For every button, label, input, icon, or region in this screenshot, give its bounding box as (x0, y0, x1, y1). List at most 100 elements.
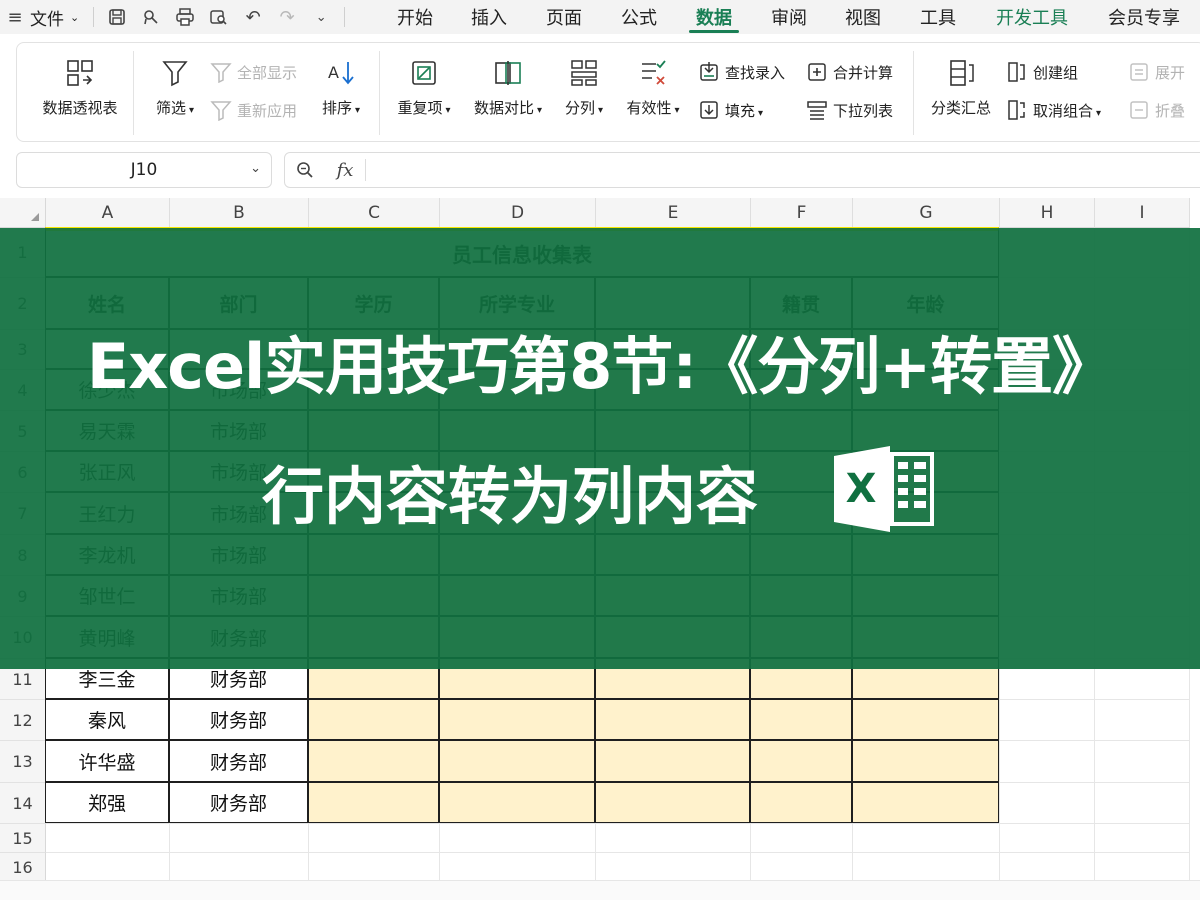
name-cell[interactable]: 郑强 (45, 782, 169, 823)
search-formula-icon[interactable] (285, 161, 325, 179)
ungroup-button[interactable]: 取消组合 ▾ (1005, 97, 1101, 123)
row-header-15[interactable]: 15 (0, 824, 46, 853)
grid-cell[interactable] (853, 824, 1000, 853)
tab-insert[interactable]: 插入 (458, 0, 520, 34)
input-cell[interactable] (308, 740, 439, 782)
fill-button[interactable]: 填充 ▾ (697, 97, 763, 123)
tab-tools[interactable]: 工具 (907, 0, 969, 34)
grid-cell[interactable] (596, 853, 751, 882)
collapse-button[interactable]: 折叠 (1127, 97, 1185, 123)
column-header-i[interactable]: I (1095, 198, 1190, 228)
expand-button[interactable]: 展开 (1127, 59, 1185, 85)
column-header-b[interactable]: B (170, 198, 309, 228)
print-icon[interactable] (168, 0, 202, 34)
column-header-e[interactable]: E (596, 198, 751, 228)
name-cell[interactable]: 许华盛 (45, 740, 169, 782)
split-column-button[interactable]: 分列 ▾ (557, 57, 611, 118)
grid-cell[interactable] (1095, 853, 1190, 882)
compare-button[interactable]: 数据对比 ▾ (467, 57, 549, 118)
grid-cell[interactable] (309, 824, 440, 853)
tab-review[interactable]: 审阅 (758, 0, 820, 34)
formula-bar[interactable]: fx (284, 152, 1200, 188)
input-cell[interactable] (439, 740, 595, 782)
save-icon[interactable] (100, 0, 134, 34)
reapply-button[interactable]: 重新应用 (209, 97, 297, 123)
input-cell[interactable] (595, 740, 750, 782)
sort-button[interactable]: A 排序 ▾ (309, 57, 373, 118)
export-icon[interactable] (134, 0, 168, 34)
input-cell[interactable] (750, 699, 852, 740)
input-cell[interactable] (439, 699, 595, 740)
lookup-entry-button[interactable]: 查找录入 (697, 59, 785, 85)
grid-cell[interactable] (1000, 700, 1095, 741)
input-cell[interactable] (852, 782, 999, 823)
input-cell[interactable] (308, 699, 439, 740)
hamburger-menu-icon[interactable]: ≡ (0, 0, 30, 34)
grid-cell[interactable] (1095, 700, 1190, 741)
grid-cell[interactable] (170, 824, 309, 853)
file-menu[interactable]: 文件 ⌄ (30, 0, 87, 34)
select-all-corner[interactable] (0, 198, 46, 228)
input-cell[interactable] (308, 782, 439, 823)
create-group-button[interactable]: 创建组 (1005, 59, 1078, 85)
chevron-down-icon[interactable]: ⌄ (304, 0, 338, 34)
column-header-d[interactable]: D (440, 198, 596, 228)
name-cell[interactable]: 秦风 (45, 699, 169, 740)
column-header-f[interactable]: F (751, 198, 853, 228)
chevron-down-icon[interactable]: ⌄ (250, 161, 261, 176)
row-header-14[interactable]: 14 (0, 783, 46, 824)
grid-cell[interactable] (1000, 783, 1095, 824)
input-cell[interactable] (439, 782, 595, 823)
column-header-h[interactable]: H (1000, 198, 1095, 228)
redo-icon[interactable]: ↷ (270, 0, 304, 34)
horizontal-scrollbar[interactable] (0, 880, 1200, 900)
input-cell[interactable] (852, 740, 999, 782)
pivot-table-button[interactable]: 数据透视表 (35, 57, 125, 118)
department-cell[interactable]: 财务部 (169, 782, 308, 823)
tab-data[interactable]: 数据 (683, 0, 745, 34)
undo-icon[interactable]: ↶ (236, 0, 270, 34)
grid-cell[interactable] (309, 853, 440, 882)
input-cell[interactable] (750, 740, 852, 782)
grid-cell[interactable] (440, 853, 596, 882)
duplicates-button[interactable]: 重复项 ▾ (389, 57, 459, 118)
name-box[interactable]: J10 ⌄ (16, 152, 272, 188)
dropdown-list-button[interactable]: 下拉列表 (805, 97, 893, 123)
input-cell[interactable] (852, 699, 999, 740)
print-preview-icon[interactable] (202, 0, 236, 34)
grid-cell[interactable] (1000, 741, 1095, 783)
column-header-g[interactable]: G (853, 198, 1000, 228)
subtotal-button[interactable]: 分类汇总 (923, 57, 999, 118)
consolidate-button[interactable]: 合并计算 (805, 59, 893, 85)
department-cell[interactable]: 财务部 (169, 740, 308, 782)
tab-home[interactable]: 开始 (384, 0, 446, 34)
input-cell[interactable] (595, 782, 750, 823)
grid-cell[interactable] (440, 824, 596, 853)
grid-cell[interactable] (1000, 853, 1095, 882)
grid-cell[interactable] (46, 853, 170, 882)
grid-cell[interactable] (170, 853, 309, 882)
grid-cell[interactable] (1000, 824, 1095, 853)
grid-cell[interactable] (751, 853, 853, 882)
department-cell[interactable]: 财务部 (169, 699, 308, 740)
grid-cell[interactable] (46, 824, 170, 853)
row-header-16[interactable]: 16 (0, 853, 46, 882)
column-header-a[interactable]: A (46, 198, 170, 228)
filter-button[interactable]: 筛选 ▾ (143, 57, 207, 118)
grid-cell[interactable] (1095, 741, 1190, 783)
tab-formula[interactable]: 公式 (608, 0, 670, 34)
tab-developer[interactable]: 开发工具 (984, 0, 1080, 34)
grid-cell[interactable] (853, 853, 1000, 882)
row-header-12[interactable]: 12 (0, 700, 46, 741)
show-all-button[interactable]: 全部显示 (209, 59, 297, 85)
insert-function-icon[interactable]: fx (325, 160, 365, 181)
tab-member[interactable]: 会员专享 (1096, 0, 1192, 34)
grid-cell[interactable] (1095, 824, 1190, 853)
input-cell[interactable] (595, 699, 750, 740)
input-cell[interactable] (750, 782, 852, 823)
tab-view[interactable]: 视图 (832, 0, 894, 34)
grid-cell[interactable] (751, 824, 853, 853)
grid-cell[interactable] (596, 824, 751, 853)
row-header-13[interactable]: 13 (0, 741, 46, 783)
tab-page[interactable]: 页面 (533, 0, 595, 34)
